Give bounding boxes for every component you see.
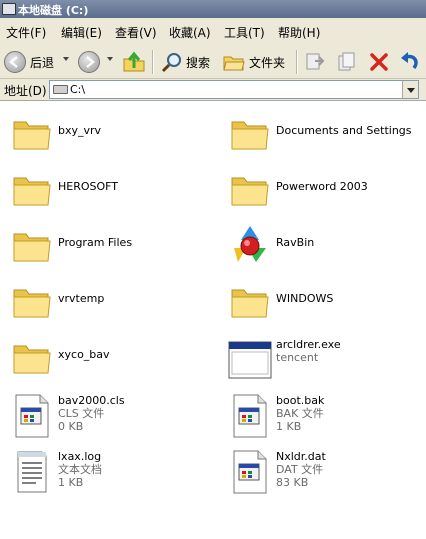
item-name: WINDOWS bbox=[276, 292, 334, 305]
item-name: bxy_vrv bbox=[58, 124, 102, 137]
folder-icon bbox=[8, 334, 56, 382]
back-label: 后退 bbox=[30, 56, 55, 70]
folder-item[interactable]: Powerword 2003 bbox=[226, 166, 422, 218]
text-document-icon bbox=[8, 448, 56, 496]
item-name: vrvtemp bbox=[58, 292, 105, 305]
search-icon[interactable] bbox=[160, 51, 184, 73]
ravbin-icon bbox=[226, 222, 274, 270]
item-type: BAK 文件 bbox=[276, 407, 324, 420]
item-type: CLS 文件 bbox=[58, 407, 105, 420]
folder-icon bbox=[226, 110, 274, 158]
menu-help[interactable]: 帮助(H) bbox=[278, 24, 320, 41]
window-title: 本地磁盘 (C:) bbox=[18, 4, 89, 17]
folder-item[interactable]: Documents and Settings bbox=[226, 110, 422, 162]
forward-dropdown-icon[interactable] bbox=[107, 57, 113, 61]
menu-favorites[interactable]: 收藏(A) bbox=[169, 24, 211, 41]
address-input[interactable]: C:\ bbox=[49, 80, 419, 99]
back-arrow-icon bbox=[9, 56, 18, 68]
file-item[interactable]: arcldrer.exe tencent bbox=[226, 336, 422, 388]
move-to-icon[interactable] bbox=[304, 51, 326, 73]
item-name: HEROSOFT bbox=[58, 180, 119, 193]
item-name: arcldrer.exe bbox=[276, 338, 341, 351]
item-size: 0 KB bbox=[58, 420, 84, 433]
item-name: lxax.log bbox=[58, 450, 102, 463]
folder-icon bbox=[8, 166, 56, 214]
folders-icon[interactable] bbox=[222, 51, 246, 73]
file-item[interactable]: RavBin bbox=[226, 222, 422, 274]
toolbar: 后退 搜索 文件夹 bbox=[0, 46, 426, 79]
item-name: Nxldr.dat bbox=[276, 450, 326, 463]
folder-item[interactable]: xyco_bav bbox=[8, 334, 218, 386]
folder-icon bbox=[226, 278, 274, 326]
delete-icon[interactable] bbox=[368, 51, 390, 73]
address-value[interactable]: C:\ bbox=[70, 83, 85, 96]
item-size: 1 KB bbox=[276, 420, 302, 433]
item-name: RavBin bbox=[276, 236, 315, 249]
toolbar-separator bbox=[152, 50, 154, 74]
drive-icon bbox=[53, 85, 68, 94]
menu-tools[interactable]: 工具(T) bbox=[224, 24, 265, 41]
item-type: DAT 文件 bbox=[276, 463, 324, 476]
folder-icon bbox=[226, 166, 274, 214]
back-dropdown-icon[interactable] bbox=[63, 57, 69, 61]
file-item[interactable]: lxax.log 文本文档 1 KB bbox=[8, 448, 218, 500]
address-label: 地址(D) bbox=[4, 84, 47, 98]
item-type: tencent bbox=[276, 351, 319, 364]
item-name: Powerword 2003 bbox=[276, 180, 368, 193]
folder-icon bbox=[8, 110, 56, 158]
item-name: xyco_bav bbox=[58, 348, 110, 361]
menu-file[interactable]: 文件(F) bbox=[6, 24, 46, 41]
forward-arrow-icon bbox=[86, 56, 95, 68]
application-icon bbox=[226, 336, 274, 384]
drive-icon bbox=[2, 3, 16, 15]
folder-icon bbox=[8, 222, 56, 270]
folder-item[interactable]: WINDOWS bbox=[226, 278, 422, 330]
menu-edit[interactable]: 编辑(E) bbox=[61, 24, 102, 41]
file-icon bbox=[226, 392, 274, 440]
address-bar: 地址(D) C:\ bbox=[0, 79, 426, 101]
address-dropdown-button[interactable] bbox=[402, 81, 418, 98]
item-size: 83 KB bbox=[276, 476, 309, 489]
toolbar-separator bbox=[296, 50, 298, 74]
folder-icon bbox=[8, 278, 56, 326]
title-bar: 本地磁盘 (C:) bbox=[0, 0, 426, 18]
folder-item[interactable]: bxy_vrv bbox=[8, 110, 218, 162]
folder-item[interactable]: vrvtemp bbox=[8, 278, 218, 330]
item-name: Documents and Settings bbox=[276, 124, 412, 137]
file-icon bbox=[226, 448, 274, 496]
item-type: 文本文档 bbox=[58, 463, 102, 476]
folder-item[interactable]: HEROSOFT bbox=[8, 166, 218, 218]
copy-to-icon[interactable] bbox=[336, 51, 358, 73]
item-name: boot.bak bbox=[276, 394, 325, 407]
up-folder-icon[interactable] bbox=[122, 51, 146, 73]
forward-button[interactable] bbox=[78, 51, 100, 73]
back-button[interactable] bbox=[4, 51, 26, 73]
file-icon bbox=[8, 392, 56, 440]
search-label[interactable]: 搜索 bbox=[186, 54, 210, 71]
menu-view[interactable]: 查看(V) bbox=[115, 24, 157, 41]
item-size: 1 KB bbox=[58, 476, 84, 489]
file-item[interactable]: bav2000.cls CLS 文件 0 KB bbox=[8, 392, 218, 444]
undo-icon[interactable] bbox=[398, 51, 422, 73]
file-item[interactable]: boot.bak BAK 文件 1 KB bbox=[226, 392, 422, 444]
folders-label[interactable]: 文件夹 bbox=[249, 54, 285, 71]
file-item[interactable]: Nxldr.dat DAT 文件 83 KB bbox=[226, 448, 422, 500]
item-name: bav2000.cls bbox=[58, 394, 125, 407]
item-name: Program Files bbox=[58, 236, 133, 249]
menu-bar: 文件(F) 编辑(E) 查看(V) 收藏(A) 工具(T) 帮助(H) bbox=[0, 18, 426, 47]
folder-item[interactable]: Program Files bbox=[8, 222, 218, 274]
